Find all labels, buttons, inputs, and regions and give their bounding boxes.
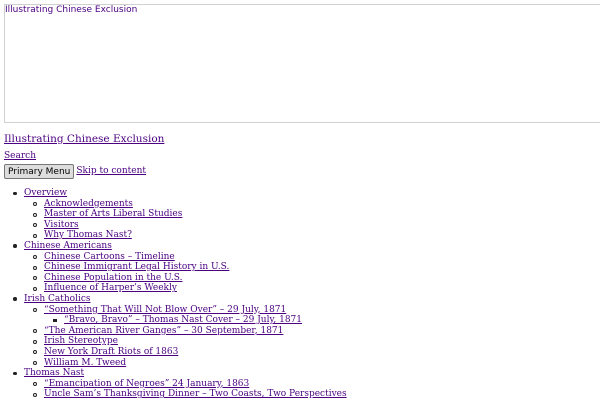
list-bullet xyxy=(33,233,37,238)
menu-link[interactable]: Influence of Harper’s Weekly xyxy=(44,283,177,293)
menu-link[interactable]: Acknowledgements xyxy=(44,199,133,209)
header-image-alt-text: Illustrating Chinese Exclusion xyxy=(5,5,138,15)
list-bullet xyxy=(33,339,37,344)
list-bullet xyxy=(13,371,17,376)
menu-link[interactable]: Chinese Immigrant Legal History in U.S. xyxy=(44,262,229,272)
list-bullet xyxy=(13,244,17,249)
menu-item: Thomas Nast “Emancipation of Negroes” 24 … xyxy=(0,368,600,400)
menu-item: “Emancipation of Negroes” 24 January, 18… xyxy=(24,379,600,390)
menu-link[interactable]: Master of Arts Liberal Studies xyxy=(44,209,182,219)
menu-item: Chinese Immigrant Legal History in U.S. xyxy=(24,262,600,273)
menu-link[interactable]: Overview xyxy=(24,188,67,198)
list-bullet xyxy=(33,212,37,217)
menu-item: “Something That Will Not Blow Over” – 29… xyxy=(24,305,600,326)
list-bullet xyxy=(13,297,17,302)
menu-link[interactable]: “Bravo, Bravo” – Thomas Nast Cover – 29 … xyxy=(64,315,302,325)
list-bullet xyxy=(33,350,37,355)
menu-item: Chinese Cartoons – Timeline xyxy=(24,252,600,263)
list-bullet xyxy=(33,361,37,365)
menu-item: Overview Acknowledgements Master of Arts L… xyxy=(0,188,600,241)
list-bullet xyxy=(33,308,37,313)
list-bullet xyxy=(33,202,37,207)
list-bullet xyxy=(33,265,37,270)
primary-menu-list: Overview Acknowledgements Master of Arts L… xyxy=(0,188,600,400)
list-bullet xyxy=(33,329,37,334)
list-bullet xyxy=(33,223,37,228)
sub-menu: “Emancipation of Negroes” 24 January, 18… xyxy=(24,379,600,400)
menu-item: Chinese Americans Chinese Cartoons – Time… xyxy=(0,241,600,294)
menu-item: “The American River Ganges” – 30 Septemb… xyxy=(24,326,600,337)
sub-menu: “Bravo, Bravo” – Thomas Nast Cover – 29 … xyxy=(44,315,600,326)
list-bullet xyxy=(33,286,37,291)
search-link[interactable]: Search xyxy=(4,151,36,161)
menu-item: Chinese Population in the U.S. xyxy=(24,273,600,284)
menu-link[interactable]: Chinese Cartoons – Timeline xyxy=(44,252,175,262)
primary-navigation: Overview Acknowledgements Master of Arts L… xyxy=(0,188,600,400)
primary-menu-button[interactable]: Primary Menu xyxy=(4,164,75,179)
sub-menu: Chinese Cartoons – Timeline Chinese Immig… xyxy=(24,252,600,294)
menu-link[interactable]: “The American River Ganges” – 30 Septemb… xyxy=(44,326,283,336)
menu-link[interactable]: Irish Catholics xyxy=(24,294,91,304)
menu-link[interactable]: Chinese Americans xyxy=(24,241,112,251)
header-image: Illustrating Chinese Exclusion xyxy=(4,4,600,123)
menu-link[interactable]: Visitors xyxy=(44,220,79,230)
list-bullet xyxy=(33,392,37,397)
menu-link[interactable]: “Emancipation of Negroes” 24 January, 18… xyxy=(44,379,249,389)
menu-item: New York Draft Riots of 1863 xyxy=(24,347,600,358)
menu-link[interactable]: Chinese Population in the U.S. xyxy=(44,273,182,283)
menu-link[interactable]: “Something That Will Not Blow Over” – 29… xyxy=(44,305,286,315)
menu-link[interactable]: William M. Tweed xyxy=(44,358,126,368)
menu-link[interactable]: Uncle Sam’s Thanksgiving Dinner – Two Co… xyxy=(44,389,347,399)
search-toggle: Search xyxy=(4,151,36,162)
menu-link[interactable]: Irish Stereotype xyxy=(44,336,118,346)
menu-item: Master of Arts Liberal Studies xyxy=(24,209,600,220)
menu-item: Uncle Sam’s Thanksgiving Dinner – Two Co… xyxy=(24,389,600,400)
menu-link[interactable]: New York Draft Riots of 1863 xyxy=(44,347,178,357)
site-title: Illustrating Chinese Exclusion xyxy=(4,133,164,145)
menu-item: William M. Tweed xyxy=(24,358,600,369)
menu-item: Acknowledgements xyxy=(24,199,600,210)
sub-menu: “Something That Will Not Blow Over” – 29… xyxy=(24,305,600,369)
sub-menu: Acknowledgements Master of Arts Liberal S… xyxy=(24,199,600,241)
menu-item: Why Thomas Nast? xyxy=(24,230,600,241)
skip-to-content-link[interactable]: Skip to content xyxy=(76,166,146,177)
menu-item: Influence of Harper’s Weekly xyxy=(24,283,600,294)
menu-link[interactable]: Thomas Nast xyxy=(24,368,84,378)
list-bullet xyxy=(33,276,37,281)
list-bullet xyxy=(13,191,17,196)
site-title-link[interactable]: Illustrating Chinese Exclusion xyxy=(4,133,164,145)
menu-item: “Bravo, Bravo” – Thomas Nast Cover – 29 … xyxy=(44,315,600,326)
list-bullet xyxy=(33,382,37,387)
menu-item: Irish Stereotype xyxy=(24,336,600,347)
menu-link[interactable]: Why Thomas Nast? xyxy=(44,230,132,240)
menu-item: Irish Catholics “Something That Will Not … xyxy=(0,294,600,368)
menu-item: Visitors xyxy=(24,220,600,231)
menu-row: Primary Menu Skip to content xyxy=(4,164,146,179)
list-bullet xyxy=(33,255,37,260)
list-bullet xyxy=(53,318,57,323)
